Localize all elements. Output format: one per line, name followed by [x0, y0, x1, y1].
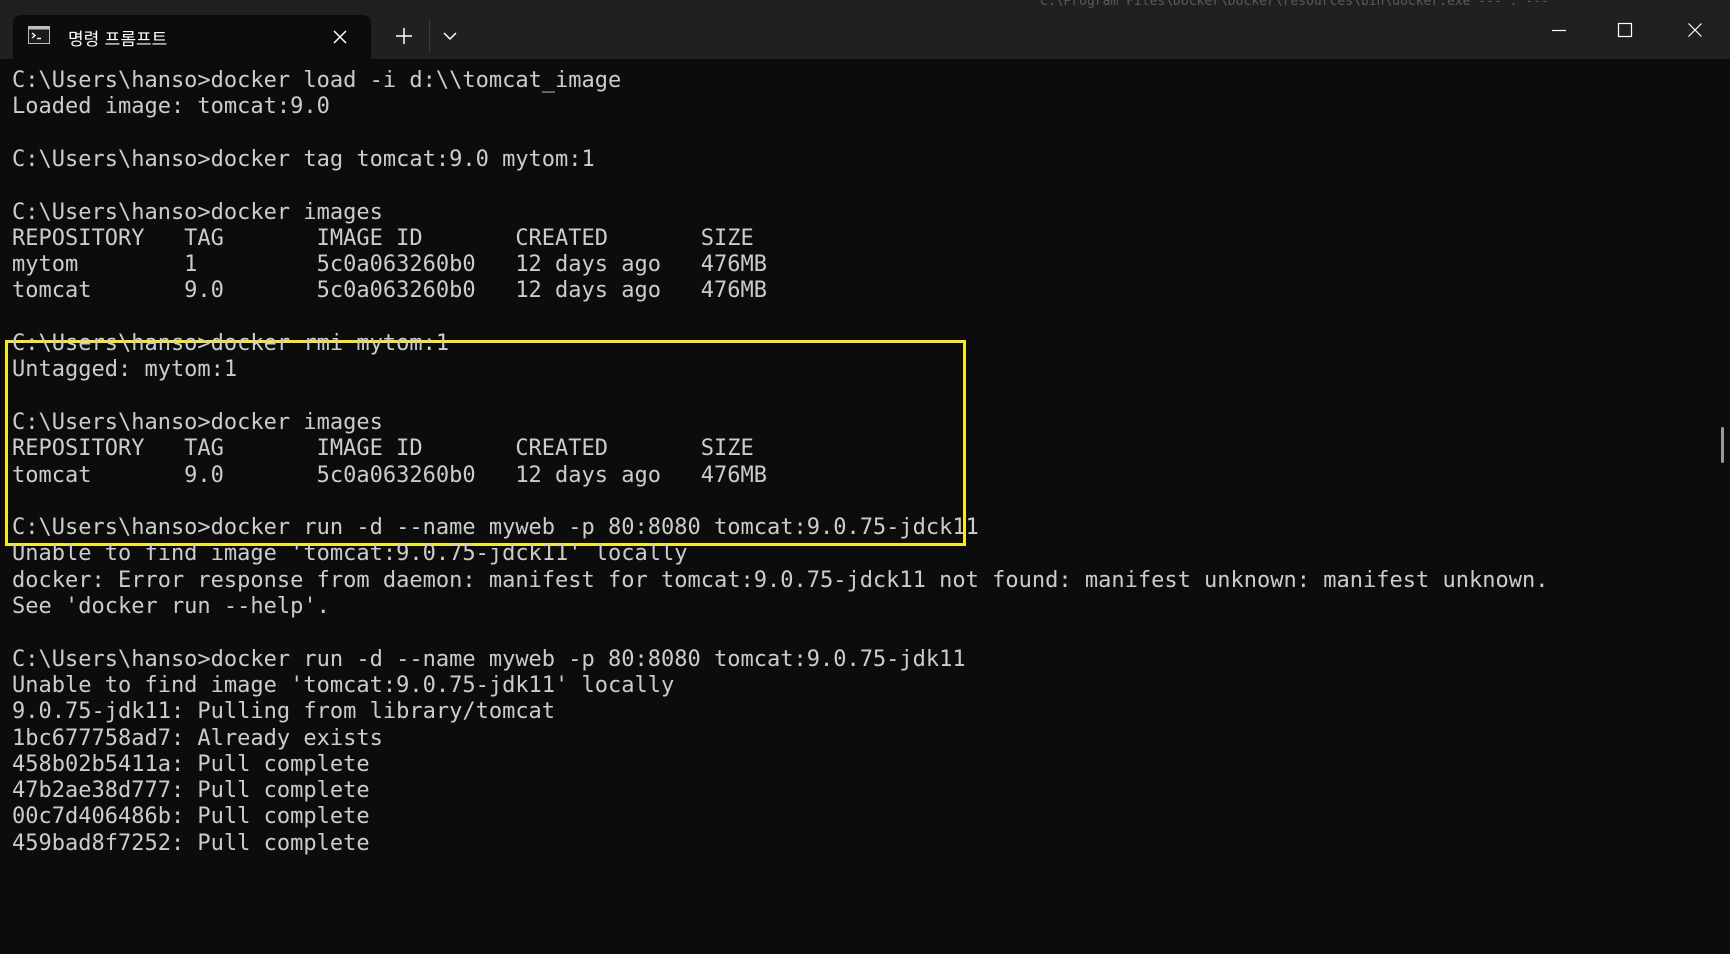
- terminal-output[interactable]: C:\Users\hanso>docker load -i d:\\tomcat…: [0, 59, 1715, 954]
- command-prompt-window: C:\Program Files\Docker\Docker\resources…: [0, 0, 1730, 954]
- terminal-line: 459bad8f7252: Pull complete: [12, 830, 370, 856]
- terminal-line: mytom 1 5c0a063260b0 12 days ago 476MB: [12, 252, 767, 278]
- cmd-icon: [28, 26, 50, 44]
- terminal-line: REPOSITORY TAG IMAGE ID CREATED SIZE: [12, 225, 754, 251]
- terminal-line: C:\Users\hanso>docker rmi mytom:1: [12, 331, 450, 356]
- terminal-line: C:\Users\hanso>docker run -d --name mywe…: [12, 646, 966, 672]
- terminal-line: Unable to find image 'tomcat:9.0.75-jdck…: [12, 541, 688, 567]
- terminal-line: 47b2ae38d777: Pull complete: [12, 778, 370, 804]
- terminal-line: C:\Users\hanso>docker tag tomcat:9.0 myt…: [12, 146, 595, 172]
- vertical-scrollbar[interactable]: [1717, 59, 1730, 954]
- terminal-line: C:\Users\hanso>docker run -d --name mywe…: [12, 515, 979, 541]
- scrollbar-thumb[interactable]: [1721, 427, 1724, 463]
- terminal-line: C:\Users\hanso>docker images: [12, 199, 383, 225]
- tab-title: 명령 프롬프트: [68, 30, 168, 50]
- close-icon: [1688, 23, 1702, 37]
- terminal-line: 9.0.75-jdk11: Pulling from library/tomca…: [12, 699, 556, 725]
- terminal-line: C:\Users\hanso>docker images: [12, 409, 383, 435]
- terminal-line: REPOSITORY TAG IMAGE ID CREATED SIZE: [12, 436, 754, 462]
- terminal-line: Loaded image: tomcat:9.0: [12, 94, 330, 120]
- terminal-line: docker: Error response from daemon: mani…: [12, 567, 1549, 593]
- terminal-line: Unable to find image 'tomcat:9.0.75-jdk1…: [12, 672, 675, 698]
- terminal-line: 458b02b5411a: Pull complete: [12, 751, 370, 777]
- maximize-button[interactable]: [1590, 0, 1660, 59]
- tab-separator: [429, 20, 430, 52]
- title-bar: C:\Program Files\Docker\Docker\resources…: [0, 0, 1730, 59]
- terminal-line: tomcat 9.0 5c0a063260b0 12 days ago 476M…: [12, 278, 767, 304]
- terminal-line: tomcat 9.0 5c0a063260b0 12 days ago 476M…: [12, 462, 767, 488]
- terminal-line: 1bc677758ad7: Already exists: [12, 725, 383, 751]
- minimize-button[interactable]: [1524, 0, 1594, 59]
- minimize-icon: [1552, 29, 1566, 32]
- terminal-line: 00c7d406486b: Pull complete: [12, 804, 370, 830]
- close-button[interactable]: [1660, 0, 1730, 59]
- new-tab-plus-icon[interactable]: [390, 22, 418, 50]
- terminal-line: C:\Users\hanso>docker load -i d:\\tomcat…: [12, 68, 622, 93]
- maximize-icon: [1617, 22, 1633, 38]
- terminal-line: See 'docker run --help'.: [12, 594, 330, 619]
- terminal-line: Untagged: mytom:1: [12, 357, 238, 383]
- tab-close-icon[interactable]: [330, 27, 350, 47]
- tab-command-prompt[interactable]: 명령 프롬프트: [13, 15, 371, 59]
- chevron-down-icon[interactable]: [438, 22, 462, 50]
